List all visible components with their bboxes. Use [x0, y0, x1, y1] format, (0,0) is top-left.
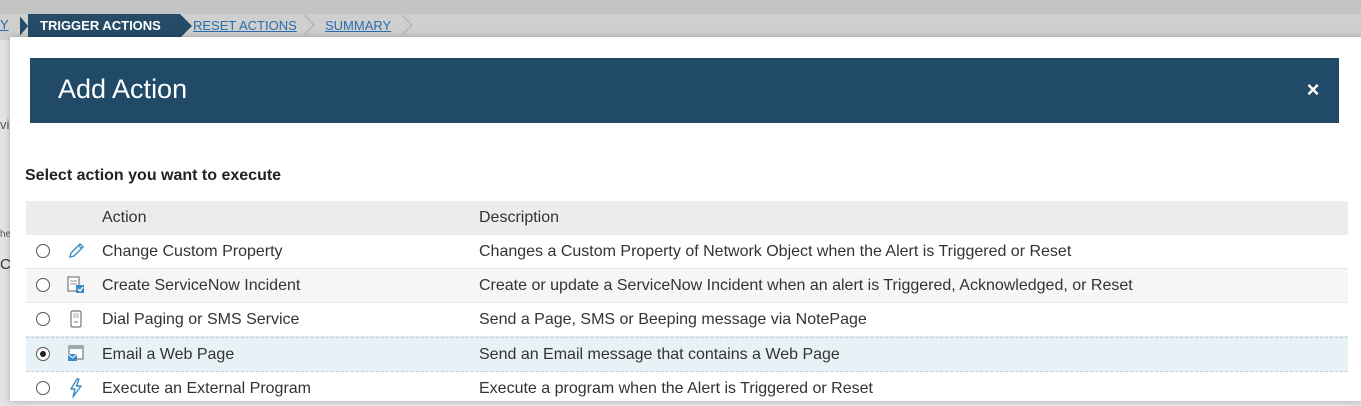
breadcrumb-active-label: TRIGGER ACTIONS [40, 18, 161, 33]
lightning-icon [70, 378, 82, 398]
pencil-icon [69, 243, 84, 258]
table-row-selected[interactable]: Email a Web Page Send an Email message t… [26, 337, 1348, 372]
table-row[interactable]: Create ServiceNow Incident Create or upd… [26, 269, 1348, 303]
top-strip [0, 0, 1361, 14]
chevron-right-icon [401, 15, 413, 35]
action-description: Changes a Custom Property of Network Obj… [479, 243, 1072, 260]
dialog-title: Add Action [58, 74, 188, 104]
action-name: Change Custom Property [102, 243, 283, 260]
action-description: Create or update a ServiceNow Incident w… [479, 277, 1133, 294]
table-header-row: Action Description [26, 201, 1348, 235]
add-action-dialog: Add Action × Select action you want to e… [10, 37, 1361, 406]
servicenow-icon [67, 276, 84, 293]
action-name: Create ServiceNow Incident [102, 277, 301, 294]
column-header-action: Action [102, 209, 147, 226]
email-webpage-icon [67, 345, 84, 361]
dialog-header: Add Action × [30, 58, 1339, 123]
breadcrumb-summary[interactable]: SUMMARY [325, 18, 391, 33]
select-radio[interactable] [36, 244, 50, 258]
pager-icon [70, 310, 82, 328]
action-name: Execute an External Program [102, 380, 311, 397]
close-icon[interactable]: × [1301, 78, 1325, 102]
select-radio[interactable] [36, 381, 50, 395]
table-row[interactable]: Dial Paging or SMS Service Send a Page, … [26, 303, 1348, 337]
action-name: Dial Paging or SMS Service [102, 311, 300, 328]
column-header-description: Description [479, 209, 560, 226]
instructions-label: Select action you want to execute [25, 167, 282, 184]
action-description: Send a Page, SMS or Beeping message via … [479, 311, 867, 328]
select-radio[interactable] [36, 347, 50, 361]
breadcrumb-active-step: TRIGGER ACTIONS [18, 14, 192, 38]
action-name: Email a Web Page [102, 346, 235, 363]
action-description: Execute a program when the Alert is Trig… [479, 380, 873, 397]
action-description: Send an Email message that contains a We… [479, 346, 840, 363]
table-row[interactable]: Change Custom Property Changes a Custom … [26, 235, 1348, 269]
background-text-fragment: vi [0, 117, 10, 132]
select-radio[interactable] [36, 278, 50, 292]
wizard-breadcrumb: Y TRIGGER ACTIONS RESET ACTIONS SUMMARY [0, 0, 1361, 40]
chevron-right-icon [303, 15, 315, 35]
actions-table: Action Description Change Custom Propert… [26, 201, 1348, 406]
breadcrumb-reset-actions[interactable]: RESET ACTIONS [193, 18, 297, 33]
breadcrumb-prev-step[interactable]: Y [0, 17, 9, 32]
select-radio[interactable] [36, 312, 50, 326]
